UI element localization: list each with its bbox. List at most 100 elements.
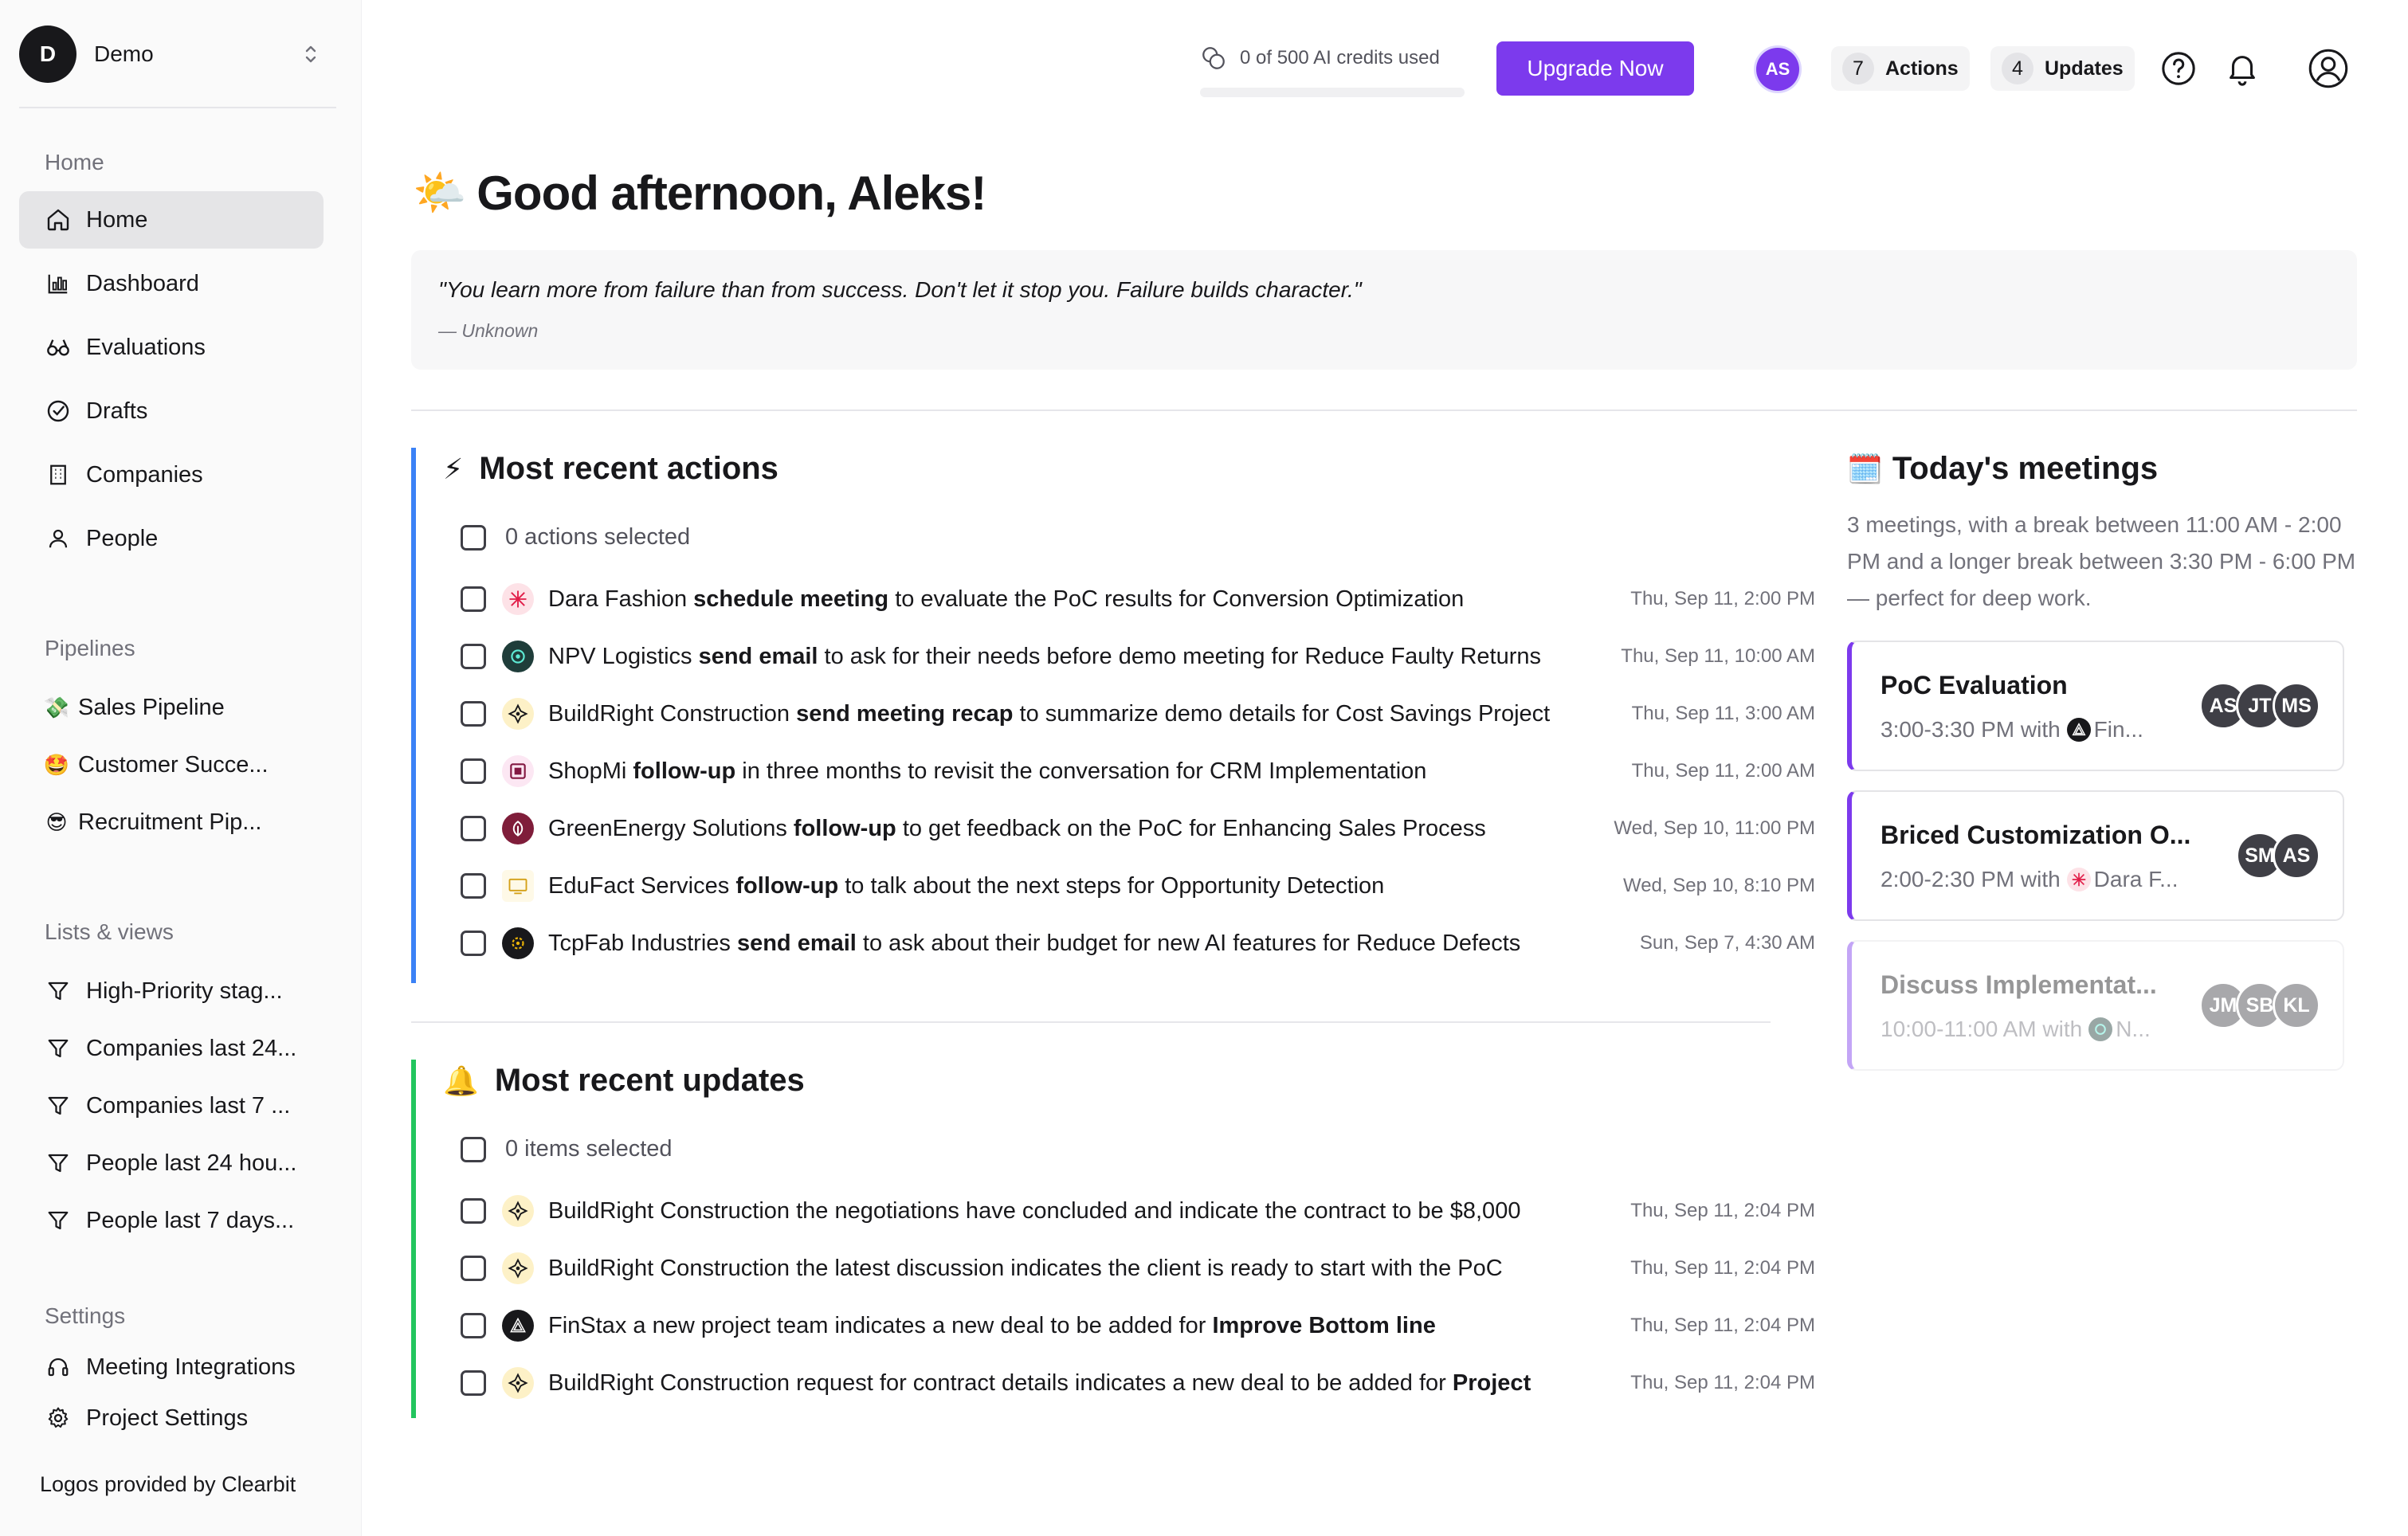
row-checkbox[interactable] [461, 873, 486, 899]
sunglasses-emoji-icon: 😎 [45, 809, 68, 834]
sidebar-item-people[interactable]: People [19, 510, 324, 567]
quote-card: "You learn more from failure than from s… [411, 250, 2357, 370]
sidebar-item-dashboard[interactable]: Dashboard [19, 255, 324, 312]
credits-progress-bar [1200, 88, 1465, 97]
sidebar-footer: Logos provided by Clearbit [40, 1472, 296, 1496]
filter-icon [45, 1207, 72, 1234]
actions-select-all[interactable]: 0 actions selected [461, 524, 690, 551]
meeting-card[interactable]: PoC Evaluation 3:00-3:30 PM with Fin... … [1847, 641, 2344, 771]
sidebar: D Demo Home Home Dashboard Evaluations D… [0, 0, 362, 1536]
meeting-title: Discuss Implementat... [1881, 970, 2157, 999]
action-row[interactable]: TcpFab Industries send email to ask abou… [461, 921, 1815, 966]
update-row[interactable]: BuildRight Construction request for cont… [461, 1361, 1815, 1405]
help-icon[interactable] [2158, 48, 2199, 89]
sidebar-item-project-settings[interactable]: Project Settings [19, 1389, 324, 1447]
action-text: Dara Fashion schedule meeting to evaluat… [548, 586, 1465, 612]
meeting-card[interactable]: Briced Customization O... 2:00-2:30 PM w… [1847, 790, 2344, 921]
action-row[interactable]: Dara Fashion schedule meeting to evaluat… [461, 577, 1815, 621]
select-all-checkbox[interactable] [461, 524, 486, 551]
actions-chip[interactable]: 7 Actions [1831, 46, 1970, 91]
updates-chip-label: Updates [2045, 57, 2124, 80]
update-time: Thu, Sep 11, 2:04 PM [1630, 1257, 1815, 1279]
action-row[interactable]: NPV Logistics send email to ask for thei… [461, 634, 1815, 679]
sidebar-item-drafts[interactable]: Drafts [19, 382, 324, 440]
sidebar-item-label: Companies [86, 461, 203, 488]
row-checkbox[interactable] [461, 1256, 486, 1281]
action-row[interactable]: GreenEnergy Solutions follow-up to get f… [461, 806, 1815, 851]
action-row[interactable]: BuildRight Construction send meeting rec… [461, 692, 1815, 736]
meetings-title-text: Today's meetings [1892, 451, 2159, 486]
section-divider [411, 1021, 1771, 1023]
building-icon [45, 461, 72, 488]
greeting-heading: 🌤️ Good afternoon, Aleks! [413, 166, 986, 221]
row-checkbox[interactable] [461, 816, 486, 841]
sidebar-item-label: Evaluations [86, 334, 206, 360]
row-checkbox[interactable] [461, 758, 486, 784]
section-divider [411, 409, 2357, 411]
sidebar-item-list[interactable]: People last 24 hou... [19, 1134, 324, 1192]
sidebar-item-list[interactable]: High-Priority stag... [19, 962, 324, 1020]
bell-icon[interactable] [2222, 48, 2263, 89]
row-checkbox[interactable] [461, 701, 486, 727]
attendee-avatar: KL [2273, 982, 2320, 1029]
sidebar-item-customer-success[interactable]: 🤩 Customer Succe... [19, 736, 324, 793]
action-row[interactable]: ShopMi follow-up in three months to revi… [461, 749, 1815, 793]
row-checkbox[interactable] [461, 1198, 486, 1224]
finstax-logo-icon [502, 1310, 534, 1342]
meeting-title: Briced Customization O... [1881, 821, 2191, 849]
user-avatar[interactable]: AS [1756, 48, 1799, 91]
action-row[interactable]: EduFact Services follow-up to talk about… [461, 864, 1815, 908]
shopmi-logo-icon [502, 755, 534, 787]
row-checkbox[interactable] [461, 644, 486, 669]
home-icon [45, 206, 72, 233]
attendee-avatar: MS [2273, 682, 2320, 730]
updates-selected-text: 0 items selected [505, 1136, 673, 1162]
sidebar-item-list[interactable]: Companies last 7 ... [19, 1077, 324, 1134]
greenenergy-logo-icon [502, 813, 534, 844]
upgrade-button[interactable]: Upgrade Now [1496, 41, 1694, 96]
updates-select-all[interactable]: 0 items selected [461, 1136, 673, 1162]
account-icon[interactable] [2308, 48, 2349, 89]
section-home-heading: Home [45, 150, 104, 174]
sidebar-item-label: Companies last 7 ... [86, 1092, 291, 1119]
updates-title: 🔔 Most recent updates [443, 1063, 805, 1099]
sidebar-item-list[interactable]: People last 7 days... [19, 1192, 324, 1249]
lightning-icon: ⚡ [443, 452, 464, 485]
action-time: Thu, Sep 11, 3:00 AM [1631, 703, 1815, 724]
chevron-up-down-icon [305, 45, 316, 63]
update-text: BuildRight Construction the latest discu… [548, 1255, 1503, 1281]
sidebar-item-label: Companies last 24... [86, 1035, 297, 1061]
sidebar-item-companies[interactable]: Companies [19, 446, 324, 504]
sidebar-item-list[interactable]: Companies last 24... [19, 1020, 324, 1077]
row-checkbox[interactable] [461, 1313, 486, 1338]
update-row[interactable]: BuildRight Construction the negotiations… [461, 1189, 1815, 1233]
select-all-checkbox[interactable] [461, 1136, 486, 1162]
updates-chip[interactable]: 4 Updates [1990, 46, 2135, 91]
update-row[interactable]: FinStax a new project team indicates a n… [461, 1303, 1815, 1348]
buildright-logo-icon [502, 1367, 534, 1399]
action-time: Wed, Sep 10, 11:00 PM [1614, 817, 1815, 839]
app-root: D Demo Home Home Dashboard Evaluations D… [0, 0, 2408, 1536]
updates-title-text: Most recent updates [494, 1063, 805, 1098]
meeting-card[interactable]: Discuss Implementat... 10:00-11:00 AM wi… [1847, 940, 2344, 1071]
section-pipelines-heading: Pipelines [45, 636, 135, 660]
headset-icon [45, 1354, 72, 1381]
sidebar-item-recruitment[interactable]: 😎 Recruitment Pip... [19, 793, 324, 851]
row-checkbox[interactable] [461, 931, 486, 956]
sidebar-item-home[interactable]: Home [19, 191, 324, 249]
update-text: BuildRight Construction the negotiations… [548, 1197, 1521, 1224]
sidebar-item-evaluations[interactable]: Evaluations [19, 319, 324, 376]
row-checkbox[interactable] [461, 586, 486, 612]
update-row[interactable]: BuildRight Construction the latest discu… [461, 1246, 1815, 1291]
sidebar-item-label: Sales Pipeline [78, 694, 225, 720]
action-text: BuildRight Construction send meeting rec… [548, 700, 1551, 727]
workspace-switcher[interactable]: D Demo [19, 24, 338, 84]
sidebar-item-label: Home [86, 206, 148, 233]
sidebar-item-label: People [86, 525, 159, 551]
sidebar-item-meeting-integrations[interactable]: Meeting Integrations [19, 1338, 324, 1396]
meeting-time: 3:00-3:30 PM with Fin... [1881, 717, 2143, 742]
row-checkbox[interactable] [461, 1370, 486, 1396]
sidebar-item-sales-pipeline[interactable]: 💸 Sales Pipeline [19, 679, 324, 736]
user-icon [45, 525, 72, 552]
edufact-logo-icon [502, 870, 534, 902]
